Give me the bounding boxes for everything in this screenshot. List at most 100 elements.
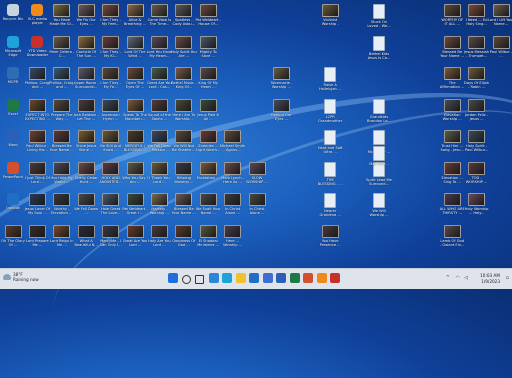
desktop-icon[interactable]: Tabernacle - Worship ... bbox=[269, 67, 293, 89]
desktop-icon[interactable]: WORTHY OF IT ALL ... bbox=[440, 4, 464, 26]
desktop-icon[interactable]: THE BLESSING - ... bbox=[318, 161, 343, 186]
powerpoint-icon[interactable] bbox=[303, 273, 314, 283]
desktop-icon[interactable]: Lord Of The Wind ... bbox=[123, 35, 147, 58]
desktop-icon[interactable]: Bethel Kids Jesus Is Co... bbox=[367, 35, 391, 60]
desktop-icon[interactable]: Upper Room - Surrounde... bbox=[74, 67, 99, 89]
desktop-icon[interactable]: Behind Our Eyes ... bbox=[269, 98, 293, 121]
desktop-icon[interactable]: Word bbox=[1, 130, 25, 151]
desktop-icon[interactable]: Majesty - Worship ... bbox=[147, 193, 171, 215]
desktop-icon[interactable]: Alive & Breathing ... bbox=[123, 4, 147, 26]
desktop-icon[interactable]: Holy Spirit You Are ... bbox=[171, 35, 197, 58]
desktop-icon[interactable]: Raise A Hallelujah ... bbox=[318, 67, 342, 91]
desktop-icon[interactable]: Escalation ... bbox=[196, 161, 220, 184]
desktop-icon[interactable]: We Fall Down ... bbox=[74, 193, 98, 215]
desktop-icon[interactable]: Elevation Worship ... bbox=[440, 98, 464, 121]
desktop-icon[interactable]: Blessed Be Your Name ... bbox=[172, 193, 196, 215]
desktop-icon[interactable]: King Of My Heart ... bbox=[196, 67, 220, 89]
desktop-icon[interactable]: What A Beautiful N... bbox=[74, 224, 98, 247]
desktop-icon[interactable]: MercyMe - I Can Only I... bbox=[99, 224, 123, 247]
vlc-icon[interactable] bbox=[316, 273, 327, 283]
desktop-icon[interactable]: Pat Weldeart - House Of... bbox=[196, 4, 221, 26]
desktop-icon[interactable]: We Will Not Be Shaken ... bbox=[172, 130, 196, 152]
excel-icon[interactable] bbox=[289, 273, 300, 283]
task-view-icon[interactable] bbox=[195, 274, 205, 284]
desktop-icon[interactable]: Blessed Be Your Name ... bbox=[440, 35, 464, 58]
desktop-icon[interactable]: Here ... Worship ... bbox=[221, 224, 245, 247]
desktop-icon[interactable]: Canticle Of The Sun ... bbox=[74, 35, 98, 58]
desktop-icon[interactable]: I Need ... Ed Holy Sing... bbox=[465, 4, 489, 26]
desktop-icon[interactable]: You Have Made Me Gl... bbox=[49, 4, 74, 26]
desktop-icon[interactable]: Speak To The Mountain... bbox=[123, 98, 147, 121]
word-icon[interactable] bbox=[276, 273, 287, 283]
desktop-icon[interactable]: Jesus Lover Of My Soul ... bbox=[25, 193, 50, 215]
desktop-icon[interactable]: Phillips, Craig, and ... bbox=[49, 67, 75, 89]
desktop-icon[interactable]: We Fix Our Eyes ... bbox=[74, 4, 98, 26]
desktop-icon[interactable]: I Thank You Lord ... bbox=[147, 161, 171, 184]
desktop-icon[interactable]: Paul Wilbur - Living His... bbox=[25, 130, 49, 152]
start-icon[interactable] bbox=[168, 273, 179, 283]
desktop-icon[interactable]: Josh Baldwin - Let The ... bbox=[74, 98, 99, 121]
desktop-icon[interactable]: El Shaddai Ministries ... bbox=[196, 224, 220, 247]
desktop-icon[interactable]: Great Are You Lord - Cas... bbox=[147, 67, 172, 89]
clock[interactable]: 10:03 AM 1/9/2023 bbox=[480, 273, 500, 284]
desktop-icon[interactable]: Outlook bbox=[1, 193, 25, 214]
desktop-icon[interactable]: Mighty To Save ... bbox=[196, 35, 220, 58]
desktop-icon[interactable]: Lord You Have My Heart... bbox=[147, 35, 172, 58]
desktop-icon[interactable]: In Christ Alone ... bbox=[245, 193, 269, 215]
desktop-icon[interactable]: We Fall Down - Passion ... bbox=[147, 130, 171, 152]
desktop-icon[interactable]: You Hold My World ... bbox=[50, 161, 74, 184]
desktop-icon[interactable]: Great Are You Lord ... bbox=[123, 224, 147, 247]
desktop-icon[interactable]: Oh The Glory Of ... bbox=[1, 224, 25, 247]
desktop-icon[interactable]: Goodness Of God ... bbox=[172, 224, 196, 247]
desktop-icon[interactable]: SLOW WORSHIP ... bbox=[245, 161, 269, 184]
mail-icon[interactable] bbox=[249, 273, 260, 283]
desktop-icon[interactable]: Blessed Be Your Name ... bbox=[50, 130, 74, 152]
desktop-icon[interactable]: MERCIFUL / BLESSING ... bbox=[123, 130, 147, 152]
desktop-icon[interactable]: Worthy - Elevation ... bbox=[50, 193, 74, 215]
desktop-icon[interactable]: Open The Eyes Of ... bbox=[123, 67, 147, 89]
desktop-icon[interactable]: Peter Cetera - C... bbox=[49, 35, 74, 58]
desktop-icon[interactable]: Jesus Messiah - Trumpet... bbox=[464, 35, 489, 58]
desktop-icon[interactable]: We Exalt Your Name ... bbox=[196, 193, 220, 215]
store-icon[interactable] bbox=[262, 273, 273, 283]
desktop-icon[interactable]: Violinist Worship - Ins... bbox=[318, 4, 342, 26]
desktop-icon[interactable]: Ascension Hymn ... bbox=[99, 98, 123, 121]
desktop-icon[interactable]: Elevation ... Sing To ... bbox=[440, 161, 464, 184]
desktop-icon[interactable]: Prepare The Way ... bbox=[50, 98, 74, 121]
desktop-icon[interactable]: Be Still And Know ... bbox=[99, 130, 123, 152]
desktop-icon[interactable]: We Will Worship ... bbox=[367, 193, 391, 217]
desktop-icon[interactable]: Recycle Bin bbox=[1, 4, 25, 25]
widgets-icon[interactable] bbox=[208, 273, 219, 283]
desktop-icon[interactable]: Paul Wilbur - ... bbox=[489, 35, 512, 58]
desktop-icon[interactable]: Jordan Feliz - Jesus ... bbox=[465, 98, 489, 121]
desktop-icon[interactable]: I Am They - My Feet... bbox=[99, 4, 123, 26]
desktop-icon[interactable]: Holy Spirit - Paul Wilbur... bbox=[465, 130, 489, 152]
desktop-icon[interactable]: Here I Am To Worship... bbox=[172, 98, 196, 121]
desktop-icon[interactable]: Mark Lynch - Here As ... bbox=[221, 161, 245, 184]
desktop-icon[interactable]: The Affirmation ... bbox=[440, 67, 464, 89]
desktop-icon[interactable]: Lord Reign In Me ... bbox=[50, 224, 74, 247]
desktop-icon[interactable]: Lord Prepare Me ... bbox=[25, 224, 49, 247]
desktop-icon[interactable]: Michael Smith - Agnus ... bbox=[220, 130, 245, 152]
desktop-icon[interactable]: Hillsong Worship ... bbox=[172, 161, 196, 184]
desktop-icon[interactable]: Lord I Lift Your Name... bbox=[488, 4, 512, 26]
desktop-icon[interactable]: Pat Weldeart - Great I ... bbox=[122, 193, 148, 215]
desktop-icon[interactable]: Holy Worship ... Holy... bbox=[465, 193, 489, 215]
desktop-icon[interactable]: Stuck On Loved - We... bbox=[367, 4, 391, 28]
desktop-icon[interactable]: Sound of the Saints ... bbox=[147, 98, 171, 121]
desktop-icon[interactable]: I Just Think Of Lord ... bbox=[25, 161, 50, 184]
desktop-icon[interactable]: Who You Say I Am ... bbox=[122, 161, 148, 184]
desktop-icon[interactable]: Nearer Grandma ... bbox=[318, 193, 342, 217]
desktop-icon[interactable]: Zombies ... Light Worth... bbox=[196, 130, 220, 152]
wifi-icon[interactable]: ◠ bbox=[456, 275, 460, 281]
desktop-icon[interactable]: Come Now Is The Time... bbox=[147, 4, 171, 26]
desktop-icon[interactable]: I Am They - My Fe... bbox=[99, 67, 123, 89]
desktop-icon[interactable]: Hole Great The Love... bbox=[99, 193, 123, 215]
desktop-icon[interactable]: May Mae... bbox=[367, 145, 391, 170]
volume-icon[interactable]: ◁ bbox=[464, 275, 468, 281]
desktop-icon[interactable]: VLC media player bbox=[25, 4, 49, 25]
desktop-icon[interactable]: Grandkids Brandon La... bbox=[367, 98, 391, 123]
desktop-icon[interactable]: Shine Jesus Shine ... bbox=[74, 130, 98, 152]
desktop-icon[interactable]: Excel bbox=[1, 98, 25, 120]
weather-widget[interactable]: 38°F Raining now bbox=[3, 272, 39, 282]
